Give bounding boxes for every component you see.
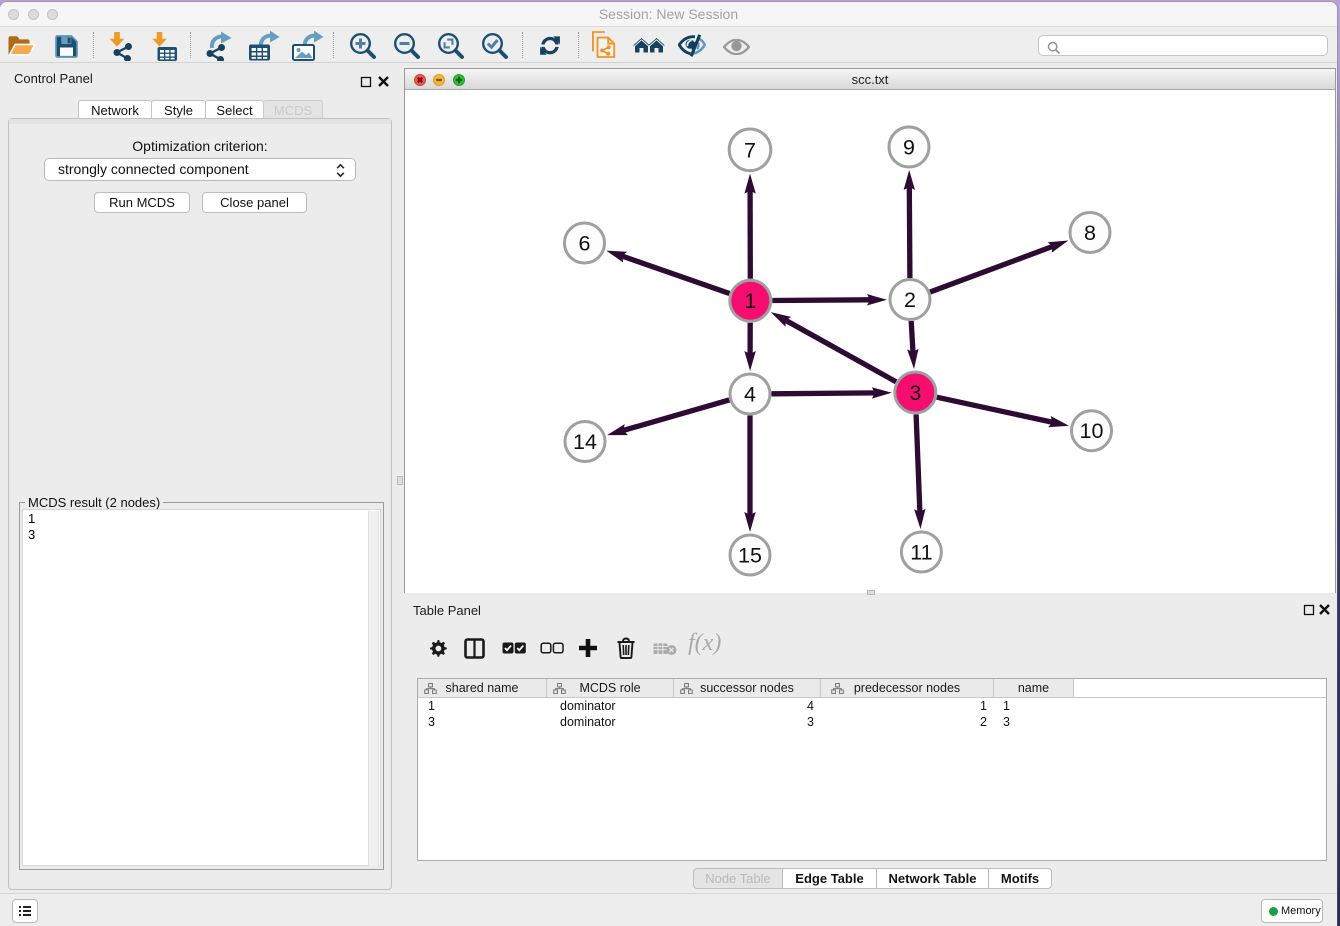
svg-text:7: 7 (744, 138, 756, 162)
svg-text:9: 9 (903, 136, 915, 160)
svg-text:8: 8 (1084, 221, 1096, 245)
svg-text:15: 15 (738, 544, 762, 568)
svg-text:2: 2 (904, 288, 916, 312)
svg-text:10: 10 (1080, 419, 1104, 443)
svg-text:6: 6 (579, 232, 591, 256)
svg-text:11: 11 (910, 541, 932, 565)
svg-text:3: 3 (909, 381, 921, 405)
svg-text:4: 4 (744, 383, 756, 407)
svg-text:14: 14 (573, 430, 597, 454)
svg-text:1: 1 (744, 289, 756, 313)
